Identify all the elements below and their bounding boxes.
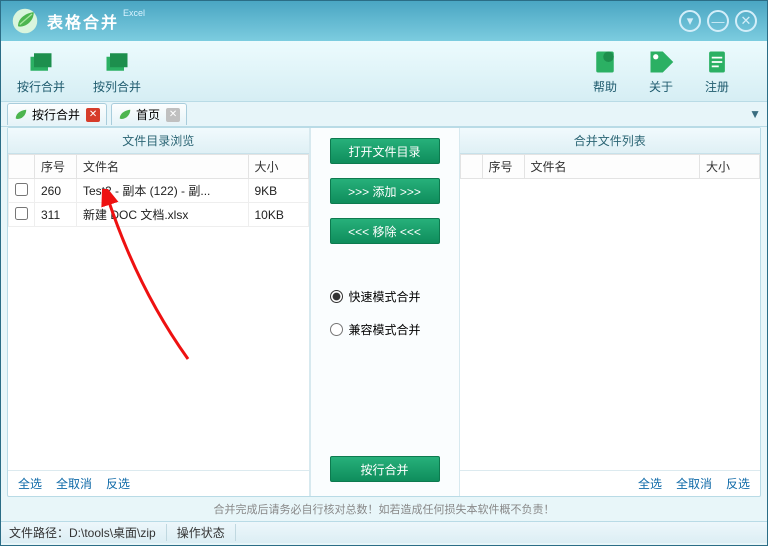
merge-by-row-button[interactable]: 按行合并 xyxy=(13,46,69,97)
add-button[interactable]: >>> 添加 >>> xyxy=(330,178,440,204)
minimize-button[interactable]: — xyxy=(707,10,729,32)
tab-label: 按行合并 xyxy=(32,106,80,123)
deselect-all-link[interactable]: 全取消 xyxy=(56,475,92,492)
col-filename[interactable]: 文件名 xyxy=(524,155,700,179)
stack-icon xyxy=(103,48,131,76)
middle-controls: 打开文件目录 >>> 添加 >>> <<< 移除 <<< 快速模式合并 兼容模式… xyxy=(310,128,460,496)
toolbar-label: 帮助 xyxy=(593,78,617,95)
remove-button[interactable]: <<< 移除 <<< xyxy=(330,218,440,244)
toolbar-label: 按列合并 xyxy=(93,78,141,95)
dropdown-button[interactable]: ▾ xyxy=(679,10,701,32)
cell-filename: 新建 DOC 文档.xlsx xyxy=(77,203,249,227)
content-area: 文件目录浏览 序号 文件名 大小 260 Test2 - 副本 (122) - … xyxy=(7,127,761,497)
cell-filename: Test2 - 副本 (122) - 副... xyxy=(77,179,249,203)
disclaimer-text: 合并完成后请务必自行核对总数！如若造成任何损失本软件概不负责！ xyxy=(1,497,767,521)
app-logo-icon xyxy=(11,7,39,35)
right-grid[interactable]: 序号 文件名 大小 xyxy=(460,154,761,470)
close-button[interactable]: ✕ xyxy=(735,10,757,32)
col-seq[interactable]: 序号 xyxy=(482,155,524,179)
status-path: 文件路径：D:\tools\桌面\zip xyxy=(9,524,167,541)
tab-label: 首页 xyxy=(136,106,160,123)
tab-merge-rows[interactable]: 按行合并 ✕ xyxy=(7,103,107,125)
cell-size: 10KB xyxy=(248,203,308,227)
radio-input[interactable] xyxy=(330,323,343,336)
cell-size: 9KB xyxy=(248,179,308,203)
invert-link[interactable]: 反选 xyxy=(726,475,750,492)
help-button[interactable]: 帮助 xyxy=(587,46,623,97)
cell-seq: 260 xyxy=(35,179,77,203)
tag-icon xyxy=(647,48,675,76)
row-checkbox[interactable] xyxy=(15,183,28,196)
col-size[interactable]: 大小 xyxy=(700,155,760,179)
titlebar: 表格合并 Excel ▾ — ✕ xyxy=(1,1,767,41)
invert-link[interactable]: 反选 xyxy=(106,475,130,492)
deselect-all-link[interactable]: 全取消 xyxy=(676,475,712,492)
app-subtitle: Excel xyxy=(123,8,145,18)
left-footer: 全选 全取消 反选 xyxy=(8,470,309,496)
col-seq[interactable]: 序号 xyxy=(35,155,77,179)
col-checkbox[interactable] xyxy=(9,155,35,179)
compat-mode-radio[interactable]: 兼容模式合并 xyxy=(330,321,421,338)
main-toolbar: 按行合并 按列合并 帮助 关于 注册 xyxy=(1,41,767,101)
radio-label: 兼容模式合并 xyxy=(349,321,421,338)
register-button[interactable]: 注册 xyxy=(699,46,735,97)
tabs-dropdown-icon[interactable]: ▼ xyxy=(749,107,761,121)
app-title: 表格合并 xyxy=(47,9,119,33)
right-pane-title: 合并文件列表 xyxy=(460,128,761,154)
window-controls: ▾ — ✕ xyxy=(679,10,757,32)
about-button[interactable]: 关于 xyxy=(643,46,679,97)
col-checkbox[interactable] xyxy=(460,155,482,179)
tab-home[interactable]: 首页 ✕ xyxy=(111,103,187,125)
open-dir-button[interactable]: 打开文件目录 xyxy=(330,138,440,164)
merge-by-col-button[interactable]: 按列合并 xyxy=(89,46,145,97)
help-icon xyxy=(591,48,619,76)
status-state: 操作状态 xyxy=(177,524,236,541)
right-pane: 合并文件列表 序号 文件名 大小 全选 全取消 反选 xyxy=(460,128,761,496)
tab-close-icon[interactable]: ✕ xyxy=(86,108,100,122)
status-bar: 文件路径：D:\tools\桌面\zip 操作状态 xyxy=(1,521,767,543)
leaf-icon xyxy=(14,108,28,122)
mode-radio-group: 快速模式合并 兼容模式合并 xyxy=(330,288,440,338)
select-all-link[interactable]: 全选 xyxy=(638,475,662,492)
radio-input[interactable] xyxy=(330,290,343,303)
leaf-icon xyxy=(118,108,132,122)
col-size[interactable]: 大小 xyxy=(248,155,308,179)
toolbar-label: 关于 xyxy=(649,78,673,95)
left-grid[interactable]: 序号 文件名 大小 260 Test2 - 副本 (122) - 副... 9K… xyxy=(8,154,309,470)
left-pane-title: 文件目录浏览 xyxy=(8,128,309,154)
tab-close-icon[interactable]: ✕ xyxy=(166,108,180,122)
cell-seq: 311 xyxy=(35,203,77,227)
row-checkbox[interactable] xyxy=(15,207,28,220)
document-icon xyxy=(703,48,731,76)
radio-label: 快速模式合并 xyxy=(349,288,421,305)
table-row[interactable]: 260 Test2 - 副本 (122) - 副... 9KB xyxy=(9,179,309,203)
stack-icon xyxy=(27,48,55,76)
right-footer: 全选 全取消 反选 xyxy=(460,470,761,496)
fast-mode-radio[interactable]: 快速模式合并 xyxy=(330,288,421,305)
select-all-link[interactable]: 全选 xyxy=(18,475,42,492)
do-merge-button[interactable]: 按行合并 xyxy=(330,456,440,482)
col-filename[interactable]: 文件名 xyxy=(77,155,249,179)
toolbar-label: 注册 xyxy=(705,78,729,95)
table-row[interactable]: 311 新建 DOC 文档.xlsx 10KB xyxy=(9,203,309,227)
toolbar-label: 按行合并 xyxy=(17,78,65,95)
app-window: 表格合并 Excel ▾ — ✕ 按行合并 按列合并 帮助 关于 xyxy=(0,0,768,546)
tabs-bar: 按行合并 ✕ 首页 ✕ ▼ xyxy=(1,101,767,127)
left-pane: 文件目录浏览 序号 文件名 大小 260 Test2 - 副本 (122) - … xyxy=(8,128,310,496)
